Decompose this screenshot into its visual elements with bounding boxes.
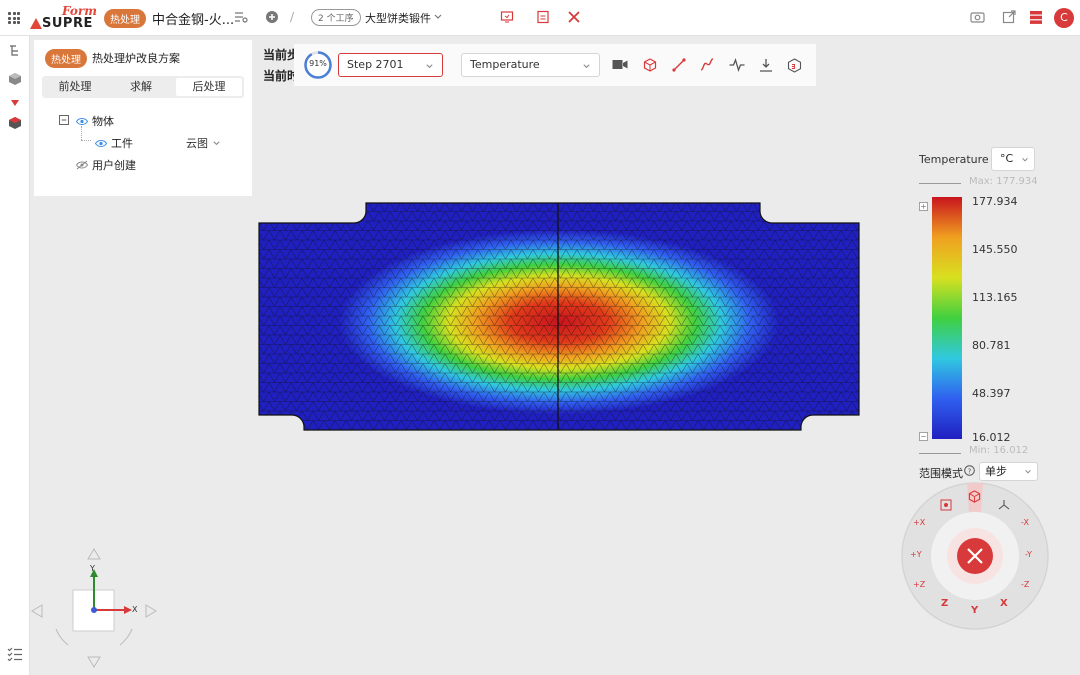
range-mode-label: 范围模式: [919, 467, 963, 480]
progress-label: 91%: [309, 59, 327, 68]
view-plus-x-button[interactable]: +X: [913, 518, 925, 527]
legend-title: Temperature: [919, 153, 989, 166]
unit-select-value: °C: [1000, 152, 1014, 165]
rotate-x-button[interactable]: X: [1000, 598, 1008, 609]
view-plus-z-button[interactable]: +Z: [913, 580, 925, 589]
top-bar: Form SUPRE 热处理 中合金钢-火... / 2 个工序 大型饼类锻件 …: [0, 0, 1080, 36]
list-settings-icon[interactable]: [234, 10, 248, 27]
legend-expand-icon[interactable]: [919, 200, 928, 214]
result-cube-icon[interactable]: [8, 116, 22, 133]
stage-tabs: 前处理 求解 后处理: [42, 76, 244, 98]
module-badge: 热处理: [104, 9, 146, 28]
chevron-down-icon: [583, 64, 590, 69]
view-plus-y-button[interactable]: +Y: [910, 550, 922, 559]
video-camera-icon[interactable]: [612, 58, 628, 75]
screenshot-icon[interactable]: [970, 10, 985, 27]
database-icon[interactable]: [1030, 11, 1042, 27]
chevron-down-icon[interactable]: [433, 11, 443, 25]
legend-tick: 145.550: [972, 243, 1018, 256]
part-selector[interactable]: 大型饼类锻件: [365, 10, 431, 26]
tab-solve[interactable]: 求解: [108, 76, 174, 98]
legend-tick: 177.934: [972, 195, 1018, 208]
fit-view-icon[interactable]: [940, 499, 952, 514]
checklist-icon[interactable]: [7, 647, 23, 664]
unit-select[interactable]: °C: [991, 147, 1035, 171]
legend-collapse-icon[interactable]: [919, 430, 928, 444]
legend-min-line: [919, 453, 961, 454]
external-link-icon[interactable]: [1002, 10, 1016, 27]
tree-connector: [81, 126, 82, 140]
add-process-icon[interactable]: [265, 10, 279, 27]
app-grid-icon[interactable]: [8, 12, 20, 24]
view-orientation-wheel: +X -X +Y -Y +Z -Z Z Y X: [901, 482, 1049, 630]
user-created-label[interactable]: 用户创建: [92, 157, 136, 173]
legend-max-line: [919, 183, 961, 184]
chevron-down-icon[interactable]: [212, 137, 221, 151]
line-probe-icon[interactable]: [672, 58, 686, 76]
chevron-down-icon: [426, 64, 433, 69]
view-3d-icon[interactable]: [787, 58, 802, 77]
legend-min-label: Min: 16.012: [969, 445, 1029, 456]
help-icon[interactable]: ?: [964, 465, 975, 479]
tree-connector: [81, 140, 91, 141]
view-minus-y-button[interactable]: -Y: [1025, 550, 1032, 559]
chevron-down-icon: [1025, 470, 1031, 474]
chevron-down-icon: [1022, 158, 1028, 162]
view-minus-z-button[interactable]: -Z: [1021, 580, 1029, 589]
user-avatar[interactable]: C: [1054, 8, 1074, 28]
progress-ring: 91%: [303, 50, 333, 80]
range-mode-value: 单步: [985, 465, 1007, 478]
legend-max-label: Max: 177.934: [969, 176, 1038, 187]
app-logo: Form SUPRE: [30, 4, 98, 32]
model-cube-icon[interactable]: [8, 72, 22, 89]
axis-y-label: Y: [90, 564, 95, 573]
model-tree-panel: 热处理 热处理炉改良方案 前处理 求解 后处理 物体 工件 云图 用户创建: [34, 40, 252, 196]
legend-tick: 113.165: [972, 291, 1018, 304]
iso-view-icon[interactable]: [968, 490, 981, 506]
document-icon[interactable]: [536, 10, 550, 27]
field-select[interactable]: Temperature: [461, 53, 600, 77]
eye-icon[interactable]: [75, 115, 89, 129]
left-rail: [0, 36, 30, 675]
range-mode-select[interactable]: 单步: [979, 462, 1038, 481]
tab-preprocess[interactable]: 前处理: [42, 76, 108, 98]
legend-tick: 80.781: [972, 339, 1011, 352]
logo-brand: SUPRE: [42, 16, 93, 31]
navigation-gizmo: Y X: [30, 545, 160, 670]
eye-icon[interactable]: [94, 137, 108, 151]
hidden-eye-icon[interactable]: [75, 159, 89, 173]
download-icon[interactable]: [759, 58, 773, 76]
tree-root-label[interactable]: 物体: [92, 113, 114, 129]
monitor-icon[interactable]: [500, 10, 514, 27]
breadcrumb-separator: /: [290, 10, 295, 24]
axis-x-label: X: [132, 605, 138, 614]
expand-arrow-icon[interactable]: [10, 96, 20, 110]
view-minus-x-button[interactable]: -X: [1021, 518, 1029, 527]
display-mode-select[interactable]: 云图: [186, 135, 208, 151]
legend-tick: 16.012: [972, 431, 1011, 444]
rotate-z-button[interactable]: Z: [941, 598, 948, 609]
project-title[interactable]: 中合金钢-火...: [152, 9, 234, 28]
tree-view-icon[interactable]: [8, 44, 22, 61]
tree-child-label[interactable]: 工件: [111, 135, 133, 151]
legend-colorbar: [932, 197, 962, 439]
section-cube-icon[interactable]: [643, 58, 657, 76]
legend-tick: 48.397: [972, 387, 1011, 400]
fem-temperature-contour[interactable]: [258, 202, 860, 432]
svg-text:?: ?: [968, 467, 972, 475]
panel-module-badge: 热处理: [45, 49, 87, 68]
axes-triad-icon[interactable]: [998, 499, 1010, 514]
field-select-value: Temperature: [470, 58, 540, 71]
result-toolbar: 91% Step 2701 Temperature: [294, 44, 816, 86]
waveform-icon[interactable]: [729, 58, 745, 76]
tab-postprocess[interactable]: 后处理: [176, 78, 242, 96]
rotate-y-button[interactable]: Y: [971, 605, 978, 616]
collapse-icon[interactable]: [59, 114, 69, 128]
step-select[interactable]: Step 2701: [338, 53, 443, 77]
panel-title: 热处理炉改良方案: [92, 52, 180, 65]
tools-icon[interactable]: [567, 10, 581, 27]
curve-icon[interactable]: [700, 58, 714, 76]
process-count-badge[interactable]: 2 个工序: [311, 9, 361, 26]
step-select-value: Step 2701: [347, 58, 404, 71]
